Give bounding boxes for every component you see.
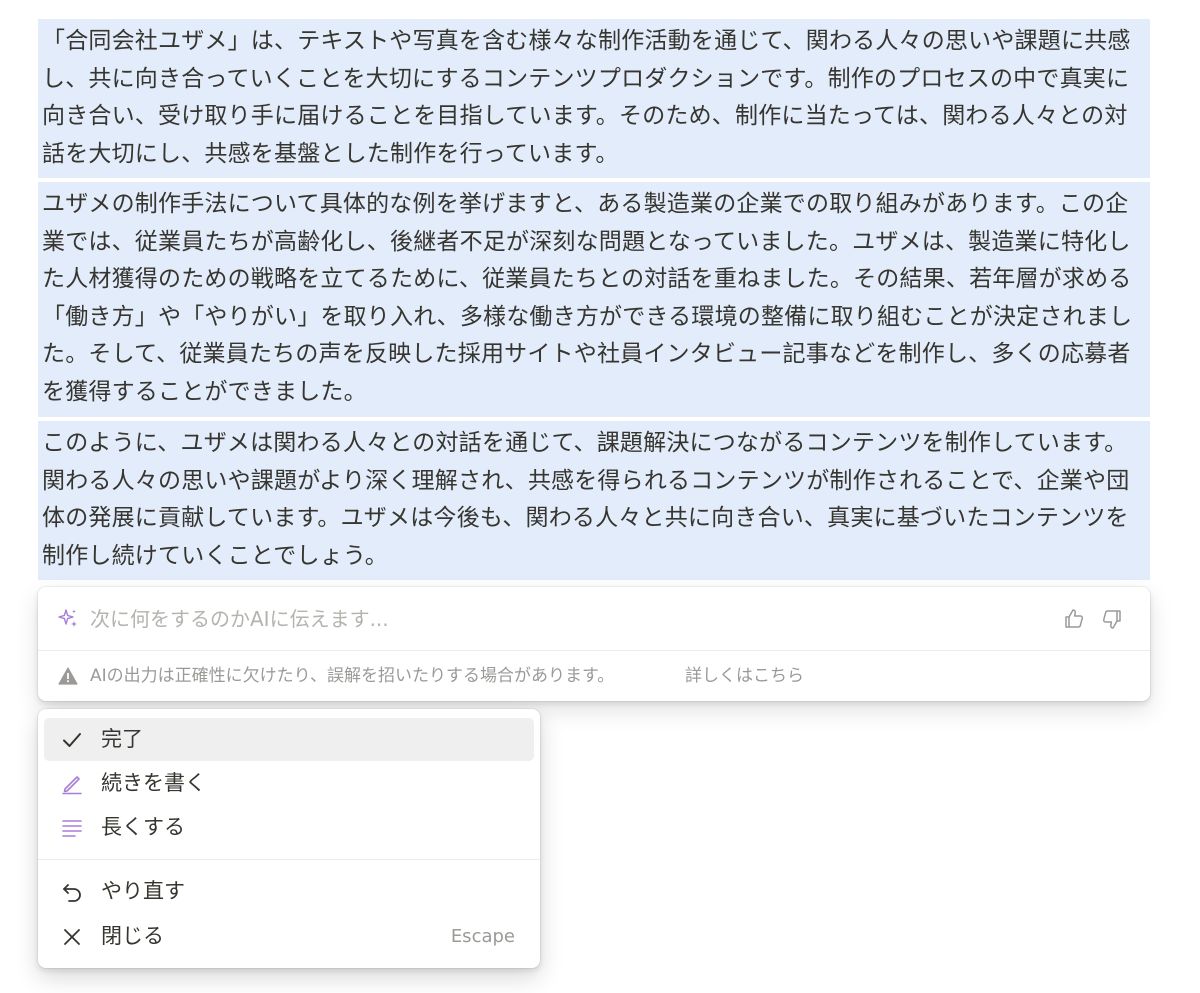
paragraph-3[interactable]: このように、ユザメは関わる人々との対話を通じて、課題解決につながるコンテンツを制…: [38, 421, 1150, 580]
shortcut-hint: Escape: [450, 926, 515, 947]
menu-item-label: 閉じる: [101, 924, 164, 948]
paragraph-2[interactable]: ユザメの制作手法について具体的な例を挙げますと、ある製造業の企業での取り組みがあ…: [38, 182, 1150, 417]
menu-item-label: 完了: [101, 727, 143, 751]
ai-action-menu: 完了 続きを書く 長くする やり直す 閉じる Escape: [38, 709, 540, 968]
menu-item-close[interactable]: 閉じる Escape: [44, 915, 534, 958]
menu-item-done[interactable]: 完了: [44, 718, 534, 761]
close-icon: [64, 929, 80, 945]
menu-item-make-longer[interactable]: 長くする: [44, 806, 534, 849]
menu-item-label: やり直す: [101, 879, 185, 903]
sparkle-icon: [58, 609, 77, 627]
lines-icon: [62, 820, 82, 837]
ai-disclaimer-text: AIの出力は正確性に欠けたり、誤解を招いたりする場合があります。: [90, 666, 615, 686]
undo-arrow-icon: [63, 884, 81, 902]
ai-notice-row: AIの出力は正確性に欠けたり、誤解を招いたりする場合があります。 詳しくはこちら: [38, 651, 1150, 701]
ai-prompt-input[interactable]: [90, 601, 990, 637]
check-icon: [63, 733, 81, 747]
paragraph-1[interactable]: 「合同会社ユザメ」は、テキストや写真を含む様々な制作活動を通じて、関わる人々の思…: [38, 19, 1150, 178]
ai-prompt-panel: AIの出力は正確性に欠けたり、誤解を招いたりする場合があります。 詳しくはこちら: [38, 587, 1150, 701]
page: 「合同会社ユザメ」は、テキストや写真を含む様々な制作活動を通じて、関わる人々の思…: [0, 0, 1200, 993]
menu-item-label: 続きを書く: [101, 771, 206, 795]
pencil-line-icon: [62, 776, 82, 795]
ai-input-row: [38, 587, 1150, 651]
thumbs-down-icon[interactable]: [1100, 607, 1124, 631]
menu-item-retry[interactable]: やり直す: [44, 870, 534, 913]
menu-divider: [38, 859, 540, 860]
warning-icon: [58, 667, 78, 685]
menu-item-continue-writing[interactable]: 続きを書く: [44, 762, 534, 805]
menu-item-label: 長くする: [101, 815, 185, 839]
learn-more-link[interactable]: 詳しくはこちら: [685, 664, 804, 688]
thumbs-up-icon[interactable]: [1062, 607, 1086, 631]
